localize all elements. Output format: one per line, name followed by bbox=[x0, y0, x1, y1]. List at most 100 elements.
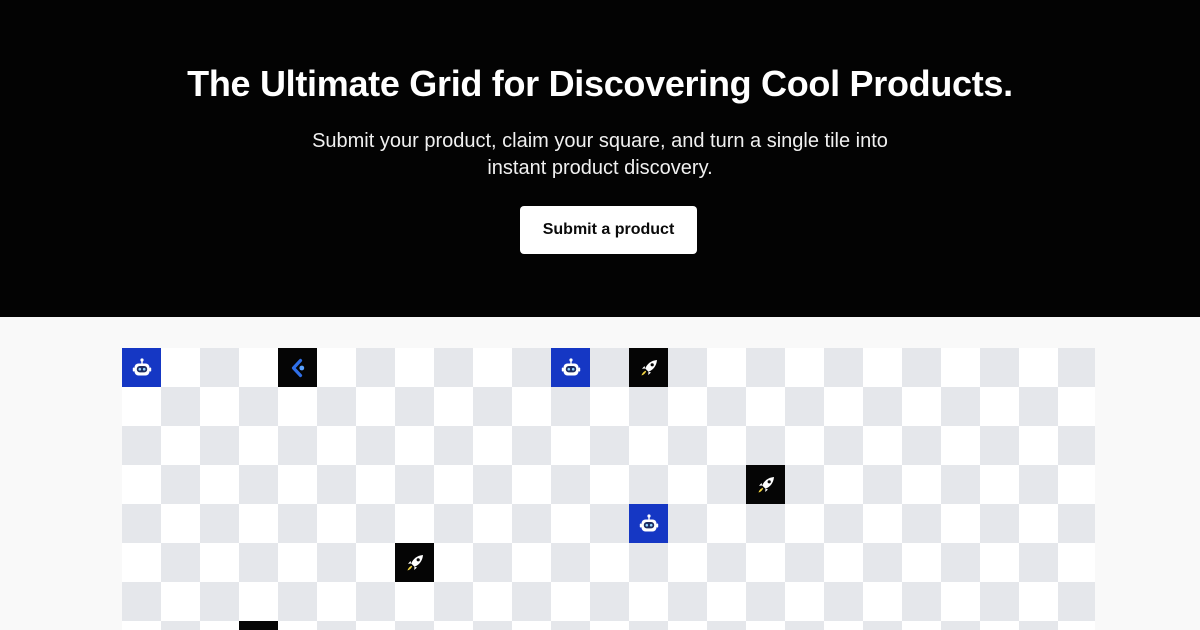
empty-grid-cell[interactable] bbox=[746, 348, 785, 387]
empty-grid-cell[interactable] bbox=[902, 426, 941, 465]
empty-grid-cell[interactable] bbox=[863, 387, 902, 426]
empty-grid-cell[interactable] bbox=[200, 543, 239, 582]
empty-grid-cell[interactable] bbox=[434, 465, 473, 504]
empty-grid-cell[interactable] bbox=[707, 504, 746, 543]
empty-grid-cell[interactable] bbox=[512, 504, 551, 543]
empty-grid-cell[interactable] bbox=[1019, 348, 1058, 387]
empty-grid-cell[interactable] bbox=[473, 621, 512, 630]
empty-grid-cell[interactable] bbox=[980, 465, 1019, 504]
empty-grid-cell[interactable] bbox=[551, 582, 590, 621]
empty-grid-cell[interactable] bbox=[590, 348, 629, 387]
empty-grid-cell[interactable] bbox=[200, 465, 239, 504]
empty-grid-cell[interactable] bbox=[902, 465, 941, 504]
empty-grid-cell[interactable] bbox=[863, 465, 902, 504]
empty-grid-cell[interactable] bbox=[551, 543, 590, 582]
empty-grid-cell[interactable] bbox=[473, 543, 512, 582]
empty-grid-cell[interactable] bbox=[356, 348, 395, 387]
empty-grid-cell[interactable] bbox=[785, 387, 824, 426]
empty-grid-cell[interactable] bbox=[590, 465, 629, 504]
empty-grid-cell[interactable] bbox=[278, 543, 317, 582]
empty-grid-cell[interactable] bbox=[941, 621, 980, 630]
product-tile[interactable] bbox=[395, 543, 434, 582]
empty-grid-cell[interactable] bbox=[746, 387, 785, 426]
empty-grid-cell[interactable] bbox=[785, 543, 824, 582]
empty-grid-cell[interactable] bbox=[590, 543, 629, 582]
empty-grid-cell[interactable] bbox=[1058, 543, 1095, 582]
empty-grid-cell[interactable] bbox=[668, 504, 707, 543]
empty-grid-cell[interactable] bbox=[746, 543, 785, 582]
empty-grid-cell[interactable] bbox=[1019, 504, 1058, 543]
empty-grid-cell[interactable] bbox=[629, 543, 668, 582]
empty-grid-cell[interactable] bbox=[941, 465, 980, 504]
empty-grid-cell[interactable] bbox=[1058, 348, 1095, 387]
empty-grid-cell[interactable] bbox=[980, 621, 1019, 630]
empty-grid-cell[interactable] bbox=[824, 621, 863, 630]
empty-grid-cell[interactable] bbox=[1058, 582, 1095, 621]
empty-grid-cell[interactable] bbox=[668, 543, 707, 582]
empty-grid-cell[interactable] bbox=[590, 582, 629, 621]
empty-grid-cell[interactable] bbox=[941, 387, 980, 426]
empty-grid-cell[interactable] bbox=[356, 426, 395, 465]
empty-grid-cell[interactable] bbox=[161, 543, 200, 582]
empty-grid-cell[interactable] bbox=[356, 621, 395, 630]
empty-grid-cell[interactable] bbox=[902, 387, 941, 426]
empty-grid-cell[interactable] bbox=[161, 504, 200, 543]
empty-grid-cell[interactable] bbox=[317, 543, 356, 582]
empty-grid-cell[interactable] bbox=[590, 426, 629, 465]
empty-grid-cell[interactable] bbox=[707, 543, 746, 582]
empty-grid-cell[interactable] bbox=[1058, 621, 1095, 630]
empty-grid-cell[interactable] bbox=[629, 582, 668, 621]
empty-grid-cell[interactable] bbox=[668, 621, 707, 630]
empty-grid-cell[interactable] bbox=[824, 426, 863, 465]
empty-grid-cell[interactable] bbox=[746, 621, 785, 630]
empty-grid-cell[interactable] bbox=[161, 582, 200, 621]
empty-grid-cell[interactable] bbox=[668, 582, 707, 621]
empty-grid-cell[interactable] bbox=[902, 621, 941, 630]
product-tile[interactable] bbox=[122, 348, 161, 387]
empty-grid-cell[interactable] bbox=[122, 504, 161, 543]
empty-grid-cell[interactable] bbox=[785, 582, 824, 621]
empty-grid-cell[interactable] bbox=[1019, 621, 1058, 630]
empty-grid-cell[interactable] bbox=[395, 582, 434, 621]
empty-grid-cell[interactable] bbox=[278, 582, 317, 621]
empty-grid-cell[interactable] bbox=[863, 426, 902, 465]
empty-grid-cell[interactable] bbox=[161, 465, 200, 504]
empty-grid-cell[interactable] bbox=[941, 426, 980, 465]
empty-grid-cell[interactable] bbox=[512, 582, 551, 621]
empty-grid-cell[interactable] bbox=[1019, 426, 1058, 465]
empty-grid-cell[interactable] bbox=[434, 582, 473, 621]
empty-grid-cell[interactable] bbox=[356, 543, 395, 582]
empty-grid-cell[interactable] bbox=[395, 426, 434, 465]
empty-grid-cell[interactable] bbox=[1058, 504, 1095, 543]
empty-grid-cell[interactable] bbox=[161, 387, 200, 426]
empty-grid-cell[interactable] bbox=[551, 621, 590, 630]
empty-grid-cell[interactable] bbox=[941, 582, 980, 621]
empty-grid-cell[interactable] bbox=[1019, 543, 1058, 582]
empty-grid-cell[interactable] bbox=[239, 582, 278, 621]
empty-grid-cell[interactable] bbox=[395, 504, 434, 543]
empty-grid-cell[interactable] bbox=[785, 465, 824, 504]
empty-grid-cell[interactable] bbox=[395, 387, 434, 426]
empty-grid-cell[interactable] bbox=[980, 543, 1019, 582]
empty-grid-cell[interactable] bbox=[395, 621, 434, 630]
empty-grid-cell[interactable] bbox=[200, 387, 239, 426]
empty-grid-cell[interactable] bbox=[1019, 387, 1058, 426]
empty-grid-cell[interactable] bbox=[668, 465, 707, 504]
empty-grid-cell[interactable] bbox=[1058, 387, 1095, 426]
product-tile[interactable] bbox=[629, 348, 668, 387]
empty-grid-cell[interactable] bbox=[980, 582, 1019, 621]
empty-grid-cell[interactable] bbox=[707, 465, 746, 504]
empty-grid-cell[interactable] bbox=[629, 465, 668, 504]
empty-grid-cell[interactable] bbox=[122, 621, 161, 630]
empty-grid-cell[interactable] bbox=[512, 621, 551, 630]
empty-grid-cell[interactable] bbox=[863, 348, 902, 387]
empty-grid-cell[interactable] bbox=[590, 387, 629, 426]
empty-grid-cell[interactable] bbox=[824, 348, 863, 387]
empty-grid-cell[interactable] bbox=[824, 465, 863, 504]
empty-grid-cell[interactable] bbox=[629, 387, 668, 426]
empty-grid-cell[interactable] bbox=[434, 543, 473, 582]
empty-grid-cell[interactable] bbox=[863, 504, 902, 543]
submit-product-button[interactable]: Submit a product bbox=[520, 206, 697, 254]
product-tile[interactable] bbox=[239, 621, 278, 630]
empty-grid-cell[interactable] bbox=[239, 387, 278, 426]
